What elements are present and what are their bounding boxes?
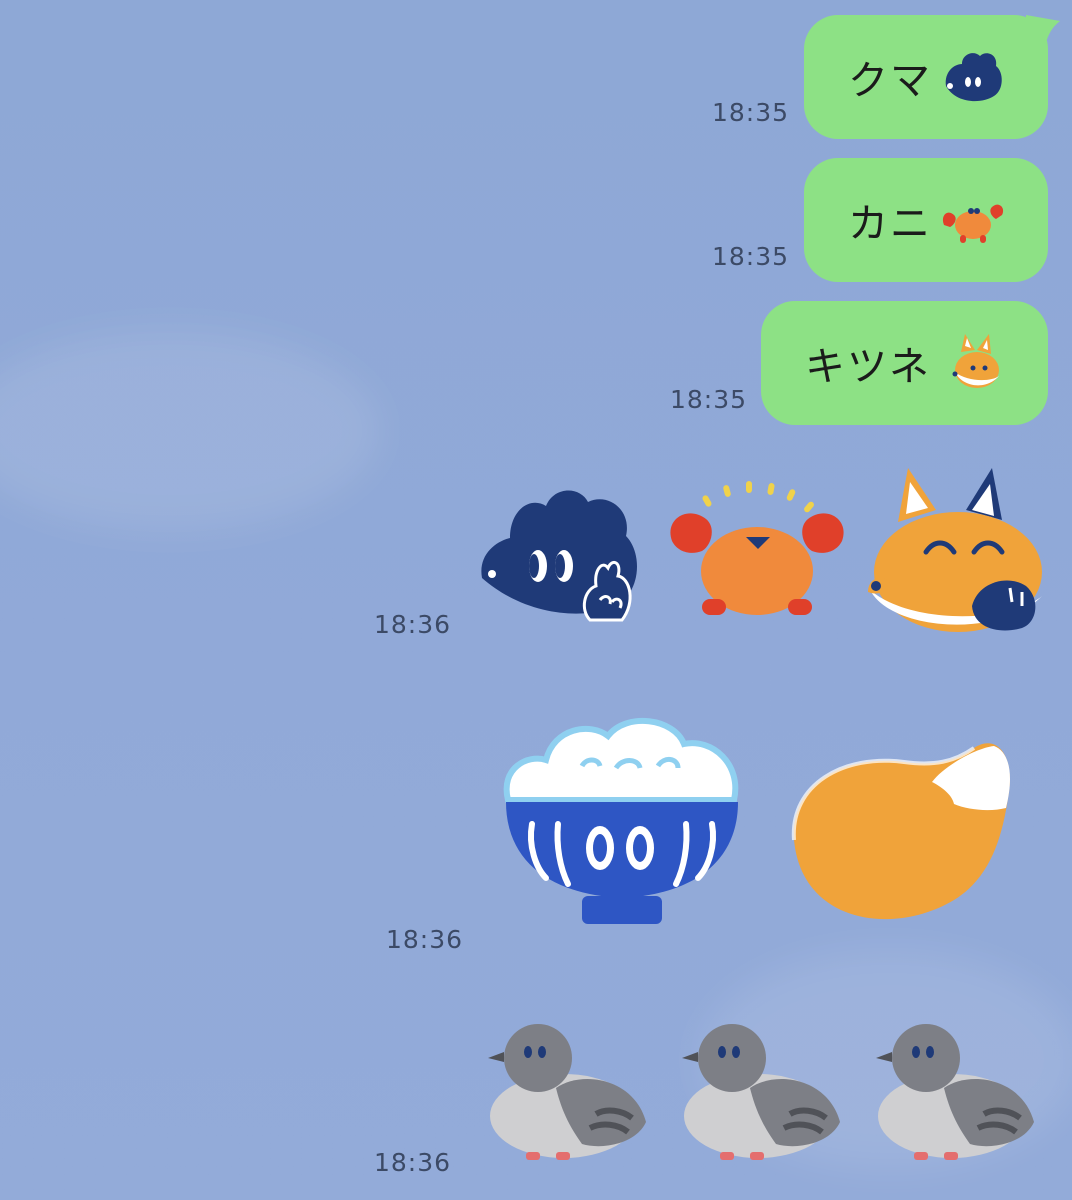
message-bubble[interactable]: カニ xyxy=(804,158,1048,282)
rice-bowl-sticker-icon[interactable] xyxy=(498,708,748,944)
message-text: カニ xyxy=(848,201,932,247)
fox-emoji-icon xyxy=(952,334,999,388)
pigeon-sticker-icon[interactable] xyxy=(680,1018,844,1168)
message-text: キツネ xyxy=(805,344,931,390)
message-bubble[interactable]: クマ xyxy=(804,15,1048,139)
timestamp: 18:35 xyxy=(670,385,748,414)
bubble-tail xyxy=(1026,15,1060,43)
fox-sleepy-sticker-icon[interactable] xyxy=(862,462,1052,638)
pigeon-sticker-icon[interactable] xyxy=(874,1018,1038,1168)
crab-emoji-icon xyxy=(942,204,1004,243)
timestamp: 18:36 xyxy=(374,1148,452,1177)
timestamp: 18:35 xyxy=(712,98,790,127)
background-cloud xyxy=(0,330,380,530)
message-bubble[interactable]: キツネ xyxy=(761,301,1048,425)
pigeon-sticker-icon[interactable] xyxy=(486,1018,650,1168)
crab-sticker-icon[interactable] xyxy=(662,475,852,635)
bear-emoji-icon xyxy=(945,53,1002,102)
timestamp: 18:36 xyxy=(386,925,464,954)
message-text: クマ xyxy=(848,58,932,104)
timestamp: 18:35 xyxy=(712,242,790,271)
timestamp: 18:36 xyxy=(374,610,452,639)
bear-peace-sticker-icon[interactable] xyxy=(472,470,652,640)
fox-tail-sticker-icon[interactable] xyxy=(784,728,1020,926)
